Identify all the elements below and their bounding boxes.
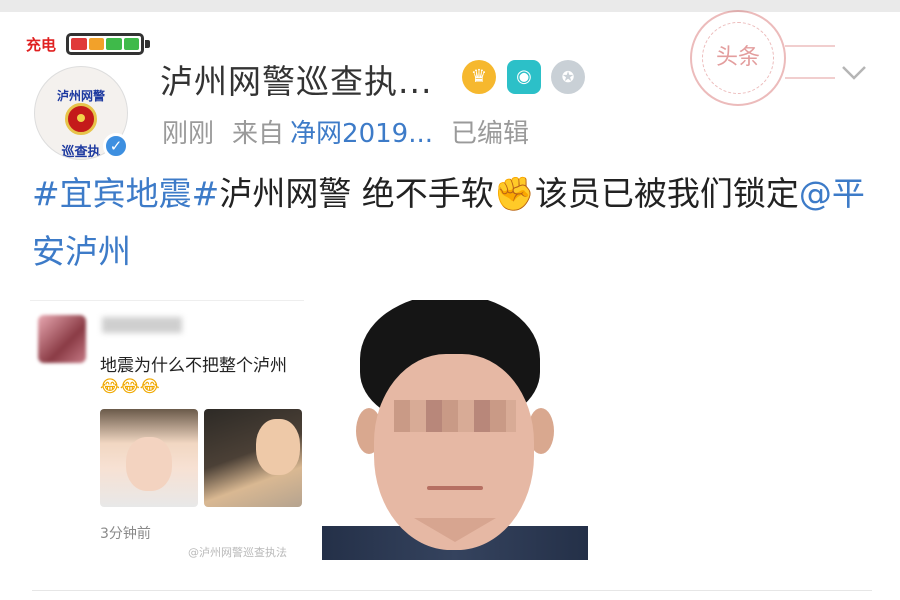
- embedded-photo-1: [100, 409, 198, 507]
- embedded-username-blurred: [102, 317, 182, 333]
- post-meta: 刚刚 来自 净网2019... 已编辑: [162, 113, 547, 150]
- camera-icon[interactable]: ◉: [507, 60, 541, 94]
- edited-label: 已编辑: [451, 119, 530, 149]
- stamp-text: 头条: [702, 22, 774, 94]
- charging-label: 充电: [26, 36, 57, 54]
- source-from-label: 来自: [232, 119, 285, 149]
- verified-icon: ✓: [103, 133, 129, 159]
- hashtag-link[interactable]: #宜宾地震#: [32, 174, 219, 213]
- pixelated-eyes: [394, 400, 516, 432]
- battery-tip: [145, 40, 150, 48]
- fist-emoji: ✊: [493, 174, 535, 213]
- avatar-top-text: 泸州网警: [56, 89, 105, 103]
- chevron-down-icon[interactable]: [840, 58, 868, 86]
- divider: [32, 590, 872, 591]
- suspect-photo[interactable]: [322, 300, 588, 560]
- police-emblem-icon: [65, 103, 97, 135]
- stamp-postmark-lines: [785, 45, 835, 79]
- author-avatar-block: 充电 泸州网警 巡查执 ✓: [24, 30, 150, 160]
- post-source-link[interactable]: 净网2019...: [290, 119, 433, 149]
- author-name[interactable]: 泸州网警巡查执...: [160, 55, 432, 103]
- embedded-photo-2: [204, 409, 302, 507]
- post-text-part2: 该员已被我们锁定: [534, 174, 799, 213]
- embedded-screenshot-image[interactable]: 地震为什么不把整个泸州 😂😂😂 3分钟前 @泸州网警巡查执法: [30, 300, 304, 559]
- post-text-part1: 泸州网警 绝不手软: [219, 174, 494, 213]
- medal-icon[interactable]: ✪: [551, 60, 585, 94]
- top-edge: [0, 0, 900, 12]
- embedded-post-time: 3分钟前: [100, 526, 151, 542]
- embedded-post-text: 地震为什么不把整个泸州: [100, 356, 287, 376]
- post-text: #宜宾地震#泸州网警 绝不手软✊该员已被我们锁定@平安泸州: [32, 165, 872, 281]
- headline-stamp: 头条: [690, 10, 786, 106]
- post-time: 刚刚: [162, 119, 215, 149]
- embedded-watermark: @泸州网警巡查执法: [188, 546, 287, 559]
- embedded-laugh-emojis: 😂😂😂: [100, 377, 160, 397]
- suspect-mouth: [427, 486, 483, 490]
- embedded-user-avatar: [38, 315, 86, 363]
- battery-icon: [66, 33, 144, 55]
- crown-vip-icon[interactable]: ♛: [462, 60, 496, 94]
